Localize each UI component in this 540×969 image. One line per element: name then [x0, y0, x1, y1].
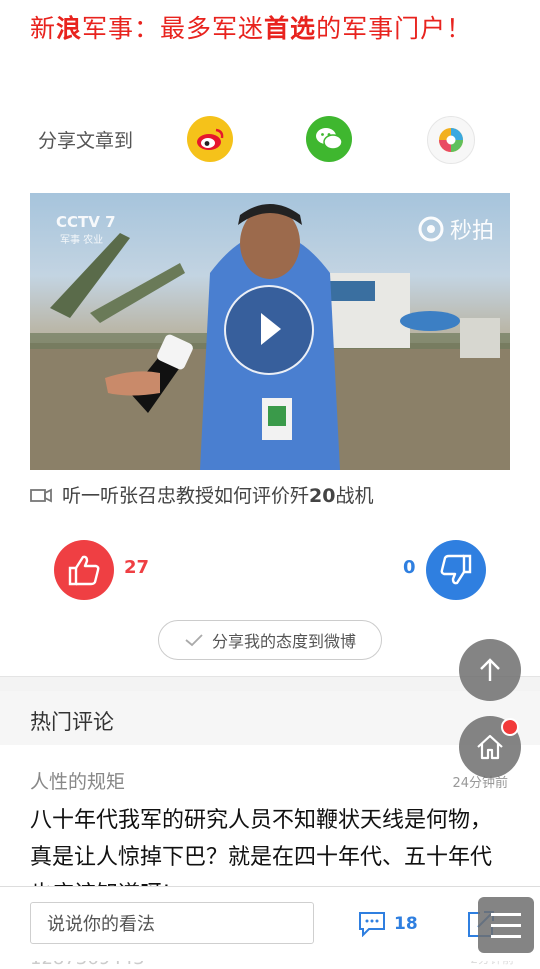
- caption-text: 听一听张召忠教授如何评价歼20战机: [62, 485, 374, 507]
- play-button[interactable]: [224, 285, 314, 375]
- comment-input[interactable]: 说说你的看法: [30, 902, 314, 944]
- comment-input-placeholder: 说说你的看法: [47, 914, 155, 935]
- hot-comments-title: 热门评论: [30, 710, 114, 734]
- banner-text-2: 浪: [56, 14, 83, 43]
- video-player[interactable]: CCTV 7 军事 农业 秒拍: [30, 193, 510, 470]
- dislike-count: 0: [403, 557, 416, 578]
- weibo-icon[interactable]: [187, 116, 233, 162]
- check-icon: [185, 634, 203, 647]
- comment-user[interactable]: 人性的规矩: [30, 767, 125, 794]
- watermark: 秒拍: [418, 213, 494, 245]
- banner-text-4: 首选: [264, 14, 317, 43]
- comment-icon: [359, 912, 385, 937]
- hot-comments-header: 热门评论: [0, 691, 540, 745]
- notification-dot: [501, 718, 519, 736]
- like-count: 27: [124, 557, 150, 578]
- moments-icon[interactable]: [427, 116, 475, 164]
- bottom-bar: 说说你的看法 18: [0, 886, 540, 961]
- channel-sub: 军事 农业: [60, 235, 104, 246]
- comments-link[interactable]: 18: [358, 911, 418, 937]
- share-row: 分享文章到: [0, 112, 540, 168]
- menu-icon-bar: [491, 934, 521, 938]
- share-attitude-label: 分享我的态度到微博: [211, 632, 356, 651]
- share-attitude-button[interactable]: 分享我的态度到微博: [158, 620, 382, 660]
- watermark-text: 秒拍: [449, 219, 494, 244]
- section-divider: [0, 676, 540, 692]
- banner-text-5: 的军事门户！: [316, 14, 473, 43]
- arrow-up-icon: [480, 658, 500, 681]
- menu-icon-bar: [491, 912, 521, 916]
- dislike-button[interactable]: [426, 540, 486, 600]
- miaopai-icon: [418, 216, 444, 242]
- scroll-top-button[interactable]: [459, 639, 521, 701]
- promo-banner[interactable]: 新浪军事：最多军迷首选的军事门户！: [30, 0, 520, 52]
- menu-icon-bar: [491, 923, 521, 927]
- home-icon: [477, 734, 503, 760]
- video-camera-icon: [30, 488, 52, 502]
- banner-text-3: 军事：最多军迷: [82, 14, 265, 43]
- comment-count: 18: [394, 914, 418, 934]
- menu-button[interactable]: [478, 897, 534, 953]
- wechat-icon[interactable]: [306, 116, 352, 162]
- channel-logo: CCTV 7: [56, 213, 116, 231]
- share-label: 分享文章到: [38, 130, 134, 152]
- thumbs-down-icon: [440, 554, 472, 585]
- banner-text-1: 新: [30, 14, 57, 43]
- like-button[interactable]: [54, 540, 114, 600]
- thumbs-up-icon: [68, 555, 100, 586]
- home-button[interactable]: [459, 716, 521, 778]
- video-caption: 听一听张召忠教授如何评价歼20战机: [30, 481, 373, 508]
